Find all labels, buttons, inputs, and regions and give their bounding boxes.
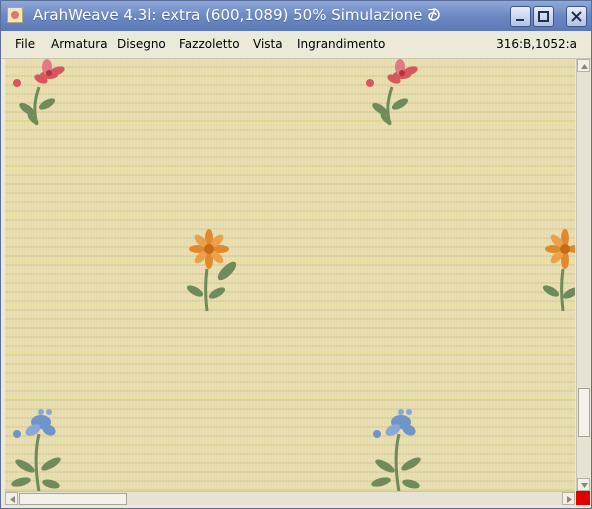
maximize-button[interactable]	[533, 6, 554, 27]
scroll-left-button[interactable]	[5, 492, 18, 505]
red-flower-icon	[366, 59, 418, 126]
blue-flower-icon	[11, 409, 61, 491]
scroll-down-button[interactable]	[577, 478, 590, 491]
color-indicator-corner	[576, 491, 590, 505]
swirl-icon	[428, 8, 440, 21]
maximize-icon	[538, 11, 549, 22]
fabric-simulation-canvas[interactable]	[5, 59, 575, 491]
app-icon[interactable]	[7, 7, 23, 23]
scroll-up-button[interactable]	[577, 59, 590, 72]
red-flower-icon	[13, 59, 65, 126]
vertical-scroll-thumb[interactable]	[578, 388, 590, 437]
app-window: ArahWeave 4.3l: extra (600,1089) 50% Sim…	[0, 0, 592, 509]
horizontal-scrollbar[interactable]	[5, 491, 575, 505]
blue-flower-icon	[371, 409, 421, 491]
chevron-right-icon	[567, 496, 572, 503]
minimize-button[interactable]	[510, 6, 531, 27]
menu-fazzoletto[interactable]: Fazzoletto	[179, 37, 240, 51]
menu-disegno[interactable]: Disegno	[117, 37, 166, 51]
chevron-up-icon	[581, 64, 588, 69]
menu-armatura[interactable]: Armatura	[51, 37, 108, 51]
close-icon	[571, 11, 582, 22]
chevron-left-icon	[10, 496, 15, 503]
close-button[interactable]	[566, 6, 587, 27]
menu-file[interactable]: File	[15, 37, 35, 51]
coordinate-readout: 316:B,1052:a	[496, 37, 577, 51]
title-bar[interactable]: ArahWeave 4.3l: extra (600,1089) 50% Sim…	[1, 1, 591, 31]
menu-bar: File Armatura Disegno Fazzoletto Vista I…	[1, 31, 591, 59]
minimize-icon	[516, 19, 524, 21]
menu-ingrandimento[interactable]: Ingrandimento	[297, 37, 385, 51]
horizontal-scroll-thumb[interactable]	[19, 493, 127, 505]
orange-flower-icon	[542, 229, 575, 312]
chevron-down-icon	[581, 483, 588, 488]
scroll-right-button[interactable]	[562, 492, 575, 505]
vertical-scrollbar[interactable]	[576, 59, 590, 491]
menu-vista[interactable]: Vista	[253, 37, 283, 51]
window-title: ArahWeave 4.3l: extra (600,1089) 50% Sim…	[33, 6, 437, 24]
orange-flower-icon	[186, 229, 237, 312]
